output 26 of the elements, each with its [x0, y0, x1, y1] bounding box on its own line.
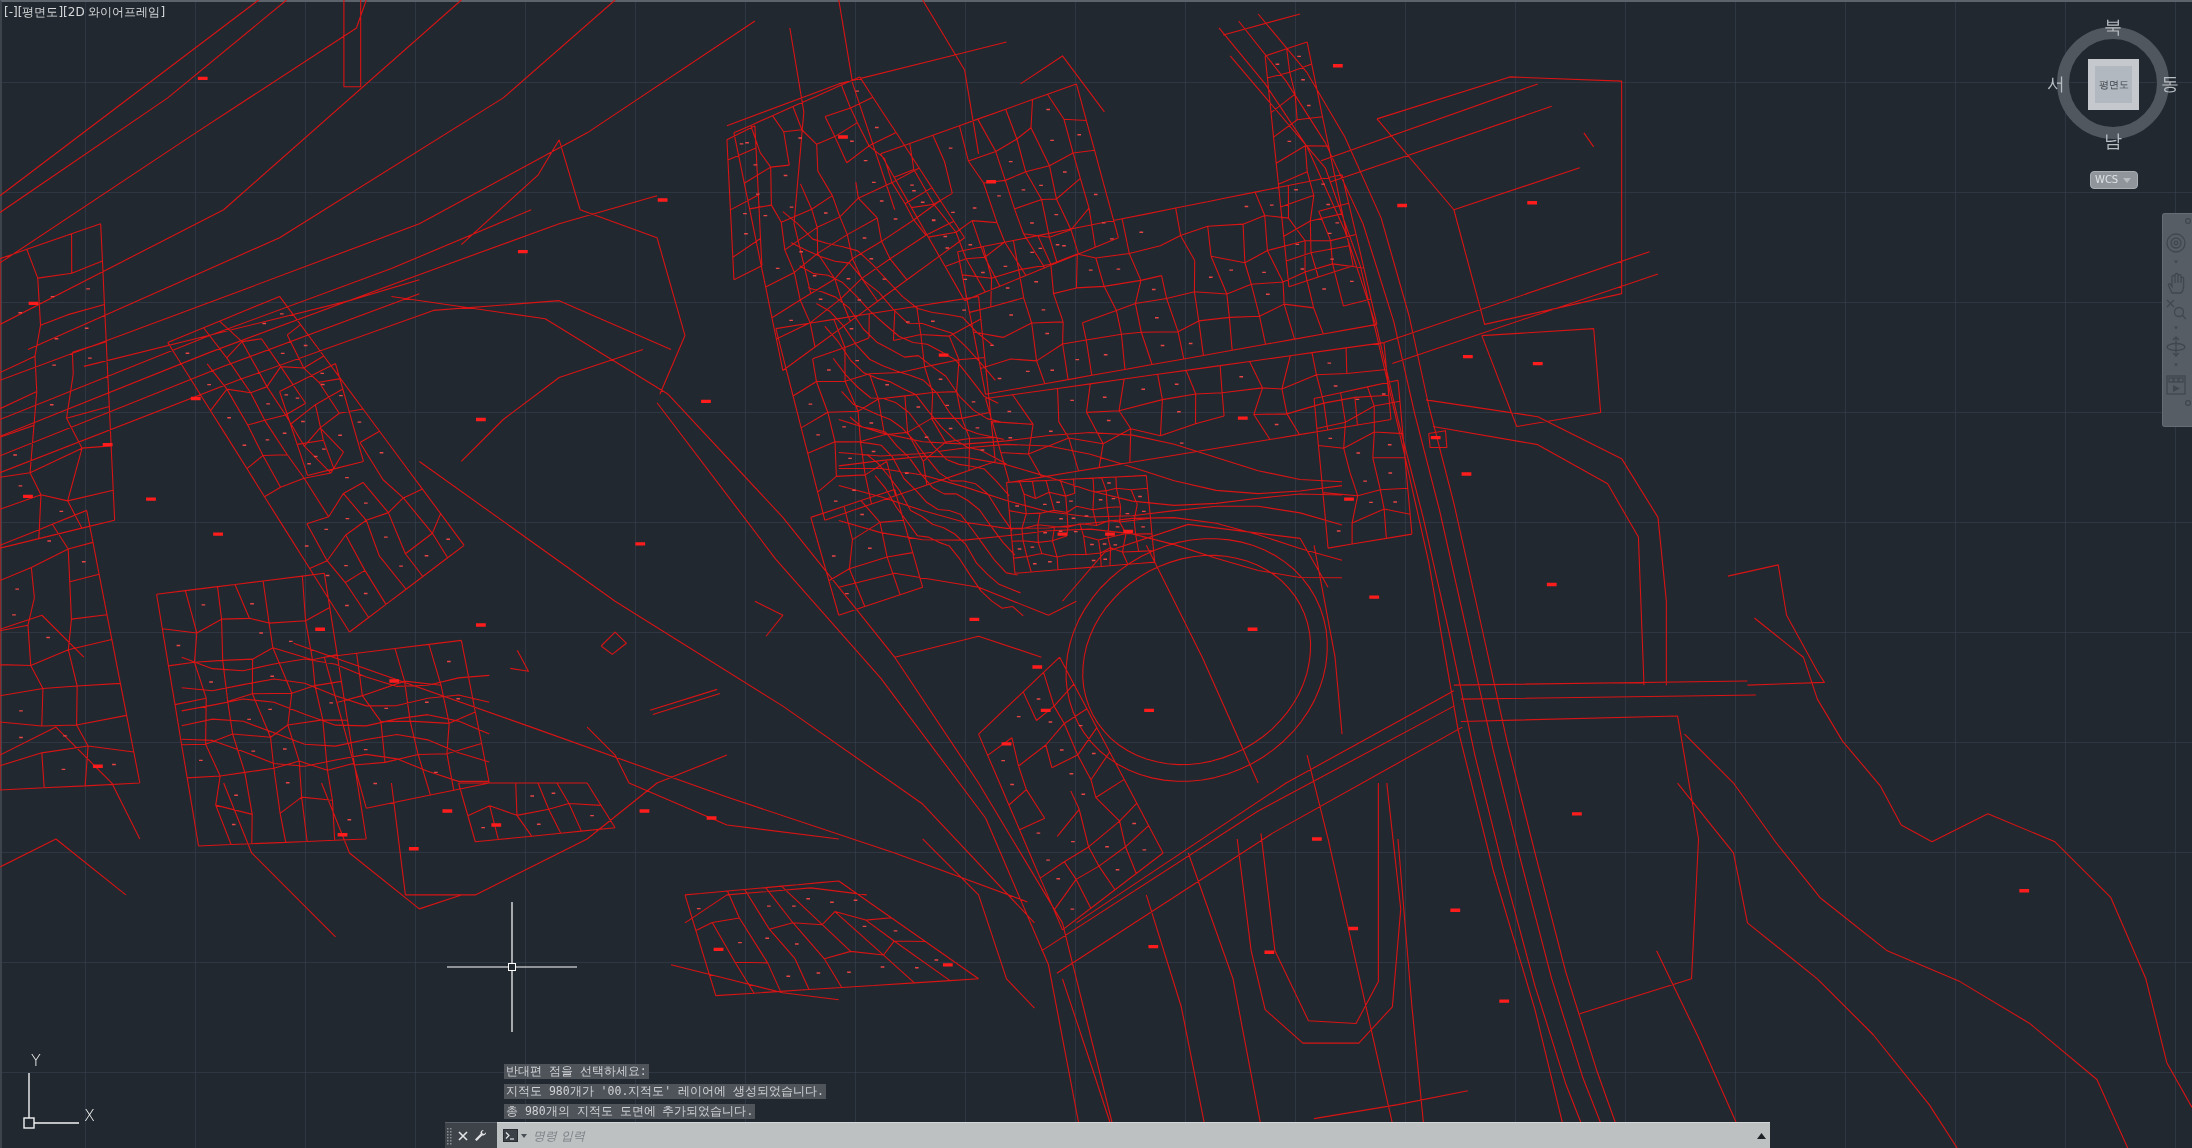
close-icon[interactable] [458, 1130, 468, 1141]
compass-direction[interactable]: 서 [2045, 73, 2067, 95]
wheel-icon[interactable] [2165, 232, 2187, 254]
command-history-button[interactable] [1755, 1122, 1770, 1148]
hand-icon[interactable] [2165, 272, 2187, 294]
command-prompt-icon [503, 1129, 518, 1142]
orbit-icon[interactable] [2165, 335, 2187, 357]
compass-direction[interactable]: 북 [2102, 16, 2124, 38]
command-prompt-button[interactable] [497, 1122, 529, 1148]
viewport-menu-link[interactable]: [2D 와이어프레임] [63, 4, 166, 20]
ucs-axes-icon [22, 1070, 82, 1130]
compass-direction[interactable]: 남 [2102, 130, 2124, 152]
viewcube-face[interactable]: 평면도 [2088, 59, 2139, 110]
wrench-icon[interactable] [474, 1129, 487, 1142]
caret-icon [2123, 177, 2132, 183]
y-axis-label: Y [31, 1053, 41, 1069]
viewport-menu-link[interactable]: [평면도] [17, 4, 64, 20]
command-line-handle[interactable] [445, 1122, 497, 1148]
caret-icon [521, 1133, 527, 1138]
caret-up-icon [1757, 1132, 1766, 1139]
command-input-field[interactable]: 명령 입력 [529, 1122, 1755, 1148]
crosshair-cursor-icon [447, 902, 577, 1032]
drag-grip-icon[interactable] [447, 1126, 452, 1145]
x-axis-label: X [84, 1108, 95, 1124]
compass-direction[interactable]: 동 [2159, 73, 2181, 95]
viewport-menu-link[interactable]: [-] [4, 4, 18, 20]
